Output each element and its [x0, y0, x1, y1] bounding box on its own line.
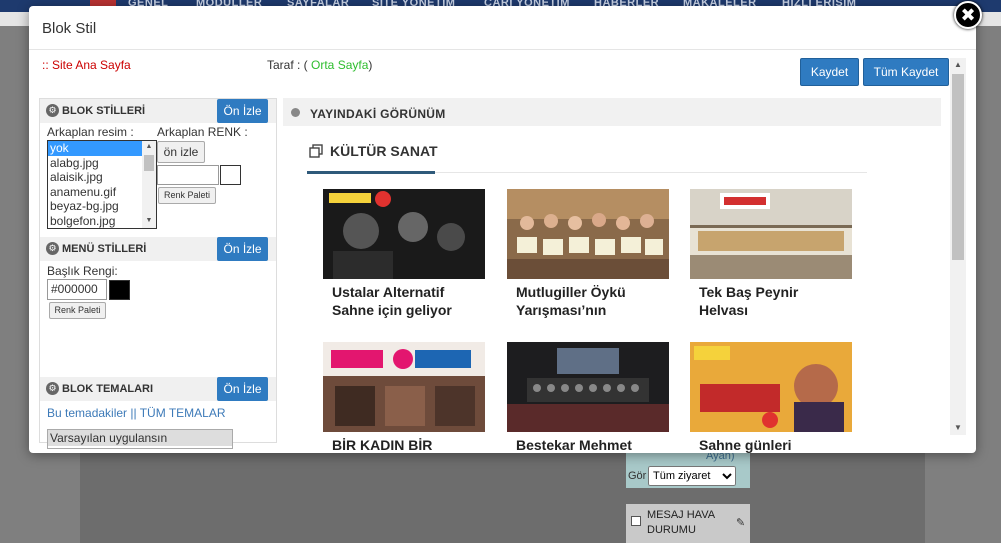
header-color-swatch[interactable]: [109, 280, 130, 300]
list-item[interactable]: bolgefon.jpg: [48, 214, 156, 229]
news-image[interactable]: [323, 342, 485, 432]
news-image[interactable]: [690, 189, 852, 279]
news-image[interactable]: [690, 342, 852, 432]
modal-body: :: Site Ana Sayfa Taraf : ( Orta Sayfa) …: [29, 50, 976, 453]
edit-icon[interactable]: ✎: [736, 516, 745, 529]
background-message-widget: MESAJ HAVA DURUMU ✎: [626, 504, 750, 543]
menu-styles-preview-button[interactable]: Ön İzle: [217, 237, 268, 261]
live-preview-title: YAYINDAKİ GÖRÜNÜM: [310, 107, 446, 121]
gear-icon: ⚙: [46, 104, 59, 117]
block-themes-preview-button[interactable]: Ön İzle: [217, 377, 268, 401]
side-label-close: ): [368, 58, 373, 72]
live-preview-header: YAYINDAKİ GÖRÜNÜM: [283, 98, 941, 126]
news-caption[interactable]: Mutlugiller Öykü Yarışması’nın: [516, 283, 666, 319]
save-all-button[interactable]: Tüm Kaydet: [863, 58, 949, 86]
list-item[interactable]: anamenu.gif: [48, 185, 156, 200]
block-themes-header: ⚙ BLOK TEMALARI Ön İzle: [40, 377, 276, 401]
side-value: Orta Sayfa: [311, 58, 369, 72]
scrollbar-thumb[interactable]: [952, 74, 964, 260]
listbox-scrollbar[interactable]: ▲ ▼: [142, 141, 156, 228]
news-caption[interactable]: BİR KADIN BİR: [332, 436, 482, 453]
bg-color-input[interactable]: [157, 165, 219, 185]
scroll-down-icon[interactable]: ▼: [950, 421, 966, 435]
news-image[interactable]: [507, 342, 669, 432]
news-caption[interactable]: Ustalar Alternatif Sahne için geliyor: [332, 283, 482, 319]
list-item[interactable]: beyaz-bg.jpg: [48, 199, 156, 214]
scroll-up-icon[interactable]: ▲: [142, 143, 156, 150]
style-settings-panel: ⚙ BLOK STİLLERİ Ön İzle Arkaplan resim :…: [39, 98, 277, 449]
theme-links[interactable]: Bu temadakiler || TÜM TEMALAR: [47, 406, 226, 420]
block-styles-header: ⚙ BLOK STİLLERİ Ön İzle: [40, 99, 276, 123]
bg-image-listbox[interactable]: yok alabg.jpg alaisik.jpg anamenu.gif be…: [47, 140, 157, 229]
scrollbar-thumb[interactable]: [144, 155, 154, 171]
menu-styles-title: MENÜ STİLLERİ: [62, 243, 147, 255]
save-button[interactable]: Kaydet: [800, 58, 859, 86]
bg-preview-button[interactable]: ön izle: [157, 141, 205, 163]
bg-image-label: Arkaplan resim :: [47, 125, 134, 139]
bg-color-swatch[interactable]: [220, 165, 241, 185]
section-underline: [307, 171, 435, 174]
news-caption[interactable]: Tek Baş Peynir Helvası: [699, 283, 849, 319]
live-preview-area: KÜLTÜR SANAT Ustalar Alternatif Sahne iç…: [283, 126, 941, 453]
block-themes-title: BLOK TEMALARI: [62, 383, 154, 395]
news-caption[interactable]: Sahne günleri: [699, 436, 849, 453]
background-visitor-select[interactable]: Tüm ziyaret: [648, 466, 736, 486]
side-indicator: Taraf : ( Orta Sayfa): [267, 58, 372, 72]
background-visitor-widget: Ayan) Gör Tüm ziyaret: [626, 450, 750, 488]
modal-scrollbar[interactable]: ▲ ▼: [950, 58, 966, 435]
scroll-up-icon[interactable]: ▲: [950, 58, 966, 72]
background-checkbox[interactable]: [631, 516, 641, 526]
breadcrumb[interactable]: :: Site Ana Sayfa: [42, 58, 131, 72]
list-item[interactable]: Varsayılan uygulansın: [48, 430, 232, 446]
header-color-palette-button[interactable]: Renk Paleti: [49, 302, 106, 319]
block-styles-title: BLOK STİLLERİ: [62, 105, 146, 117]
circle-icon: [291, 108, 300, 117]
preview-content: KÜLTÜR SANAT Ustalar Alternatif Sahne iç…: [283, 126, 941, 453]
header-color-label: Başlık Rengi:: [47, 264, 118, 278]
news-caption[interactable]: Bestekar Mehmet: [516, 436, 666, 453]
modal-title: Blok Stil: [42, 20, 97, 37]
scroll-down-icon[interactable]: ▼: [142, 217, 156, 224]
close-icon[interactable]: ✖: [954, 1, 982, 29]
news-image[interactable]: [507, 189, 669, 279]
gear-icon: ⚙: [46, 382, 59, 395]
bg-color-label: Arkaplan RENK :: [157, 125, 248, 139]
menu-styles-header: ⚙ MENÜ STİLLERİ Ön İzle: [40, 237, 276, 261]
side-label: Taraf : (: [267, 58, 312, 72]
bg-color-palette-button[interactable]: Renk Paleti: [158, 187, 216, 204]
block-styles-preview-button[interactable]: Ön İzle: [217, 99, 268, 123]
section-title: KÜLTÜR SANAT: [330, 143, 438, 159]
news-image[interactable]: [323, 189, 485, 279]
copy-icon: [309, 144, 323, 158]
gear-icon: ⚙: [46, 242, 59, 255]
theme-listbox[interactable]: Varsayılan uygulansın: [47, 429, 233, 449]
list-item[interactable]: yok: [48, 141, 156, 156]
background-widget-label: Gör: [628, 470, 647, 482]
header-color-input[interactable]: #000000: [47, 279, 107, 300]
list-item[interactable]: alabg.jpg: [48, 156, 156, 171]
block-style-modal: Blok Stil :: Site Ana Sayfa Taraf : ( Or…: [29, 6, 976, 453]
background-widget2-text: MESAJ HAVA DURUMU: [647, 509, 715, 536]
list-item[interactable]: alaisik.jpg: [48, 170, 156, 185]
